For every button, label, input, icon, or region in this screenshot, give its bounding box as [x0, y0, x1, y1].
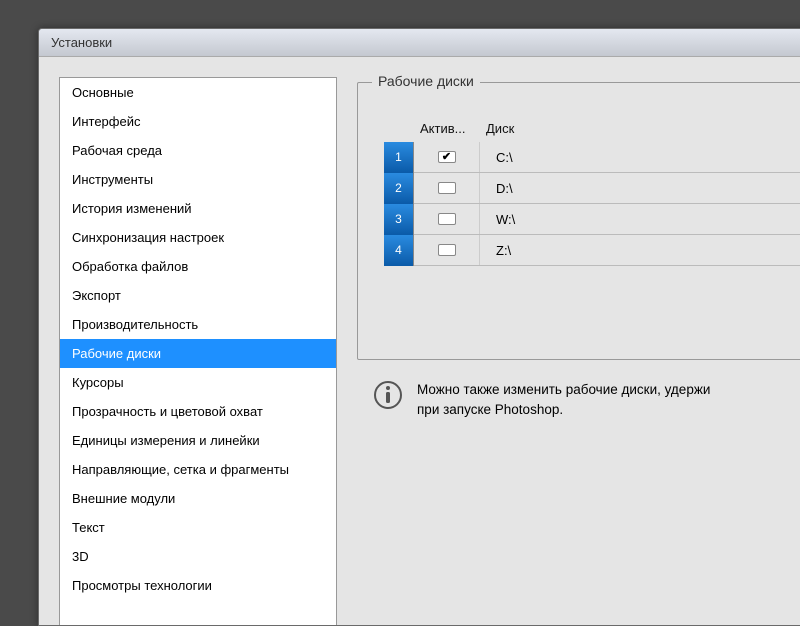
- sidebar-item-type[interactable]: Текст: [60, 513, 336, 542]
- row-number: 4: [384, 235, 414, 266]
- titlebar: Установки: [39, 29, 800, 57]
- sidebar-item-label: Единицы измерения и линейки: [72, 433, 260, 448]
- sidebar-item-cursors[interactable]: Курсоры: [60, 368, 336, 397]
- content-area: Основные Интерфейс Рабочая среда Инструм…: [39, 57, 800, 625]
- sidebar-item-general[interactable]: Основные: [60, 78, 336, 107]
- sidebar-item-label: Прозрачность и цветовой охват: [72, 404, 263, 419]
- row-number: 1: [384, 142, 414, 173]
- sidebar-item-label: Синхронизация настроек: [72, 230, 224, 245]
- sidebar-item-workspace[interactable]: Рабочая среда: [60, 136, 336, 165]
- sidebar-item-label: Курсоры: [72, 375, 124, 390]
- row-number: 2: [384, 173, 414, 204]
- active-cell: ✔: [414, 204, 480, 234]
- sidebar-item-transparency-gamut[interactable]: Прозрачность и цветовой охват: [60, 397, 336, 426]
- sidebar-item-plugins[interactable]: Внешние модули: [60, 484, 336, 513]
- sidebar-item-label: Текст: [72, 520, 105, 535]
- window-title: Установки: [51, 35, 112, 50]
- sidebar-item-label: Производительность: [72, 317, 198, 332]
- sidebar-item-label: 3D: [72, 549, 89, 564]
- active-checkbox[interactable]: ✔: [438, 151, 456, 163]
- disk-cell: D:\: [480, 173, 513, 203]
- header-active: Актив...: [420, 121, 486, 136]
- sidebar-item-label: Экспорт: [72, 288, 121, 303]
- sidebar-item-guides-grid-slices[interactable]: Направляющие, сетка и фрагменты: [60, 455, 336, 484]
- active-cell: ✔: [414, 235, 480, 265]
- sidebar-item-label: Направляющие, сетка и фрагменты: [72, 462, 289, 477]
- main-panel: Рабочие диски Актив... Диск 1 ✔ C:\: [357, 82, 800, 421]
- sidebar-item-tech-previews[interactable]: Просмотры технологии: [60, 571, 336, 600]
- sidebar-item-label: Рабочие диски: [72, 346, 161, 361]
- sidebar-item-export[interactable]: Экспорт: [60, 281, 336, 310]
- sidebar-item-label: Внешние модули: [72, 491, 175, 506]
- active-cell: ✔: [414, 173, 480, 203]
- sidebar: Основные Интерфейс Рабочая среда Инструм…: [59, 77, 337, 626]
- table-row[interactable]: 1 ✔ C:\: [384, 142, 800, 173]
- row-number: 3: [384, 204, 414, 235]
- sidebar-item-history-log[interactable]: История изменений: [60, 194, 336, 223]
- sidebar-item-label: Рабочая среда: [72, 143, 162, 158]
- table-row[interactable]: 3 ✔ W:\: [384, 204, 800, 235]
- preferences-window: Установки Основные Интерфейс Рабочая сре…: [38, 28, 800, 626]
- sidebar-item-scratch-disks[interactable]: Рабочие диски: [60, 339, 336, 368]
- sidebar-item-label: Просмотры технологии: [72, 578, 212, 593]
- sidebar-item-interface[interactable]: Интерфейс: [60, 107, 336, 136]
- disk-cell: Z:\: [480, 235, 511, 265]
- sidebar-item-units-rulers[interactable]: Единицы измерения и линейки: [60, 426, 336, 455]
- active-checkbox[interactable]: ✔: [438, 213, 456, 225]
- sidebar-item-3d[interactable]: 3D: [60, 542, 336, 571]
- table-headers: Актив... Диск: [384, 121, 800, 136]
- sidebar-item-label: Инструменты: [72, 172, 153, 187]
- table-row[interactable]: 4 ✔ Z:\: [384, 235, 800, 266]
- info-icon: [373, 380, 403, 410]
- active-cell: ✔: [414, 142, 480, 172]
- sidebar-item-label: Основные: [72, 85, 134, 100]
- header-disk: Диск: [486, 121, 606, 136]
- info-text: Можно также изменить рабочие диски, удер…: [417, 380, 710, 421]
- table-row[interactable]: 2 ✔ D:\: [384, 173, 800, 204]
- sidebar-item-file-handling[interactable]: Обработка файлов: [60, 252, 336, 281]
- info-text-line2: при запуске Photoshop.: [417, 402, 563, 417]
- sidebar-item-performance[interactable]: Производительность: [60, 310, 336, 339]
- disk-cell: C:\: [480, 142, 513, 172]
- scratch-disks-group: Рабочие диски Актив... Диск 1 ✔ C:\: [357, 82, 800, 360]
- sidebar-item-label: Интерфейс: [72, 114, 140, 129]
- sidebar-item-label: Обработка файлов: [72, 259, 188, 274]
- group-legend: Рабочие диски: [372, 73, 480, 89]
- info-text-line1: Можно также изменить рабочие диски, удер…: [417, 382, 710, 397]
- active-checkbox[interactable]: ✔: [438, 182, 456, 194]
- disk-table: Актив... Диск 1 ✔ C:\ 2 ✔: [384, 121, 800, 266]
- sidebar-item-tools[interactable]: Инструменты: [60, 165, 336, 194]
- sidebar-item-sync-settings[interactable]: Синхронизация настроек: [60, 223, 336, 252]
- active-checkbox[interactable]: ✔: [438, 244, 456, 256]
- sidebar-item-label: История изменений: [72, 201, 192, 216]
- info-row: Можно также изменить рабочие диски, удер…: [373, 380, 800, 421]
- disk-cell: W:\: [480, 204, 515, 234]
- check-icon: ✔: [442, 152, 451, 163]
